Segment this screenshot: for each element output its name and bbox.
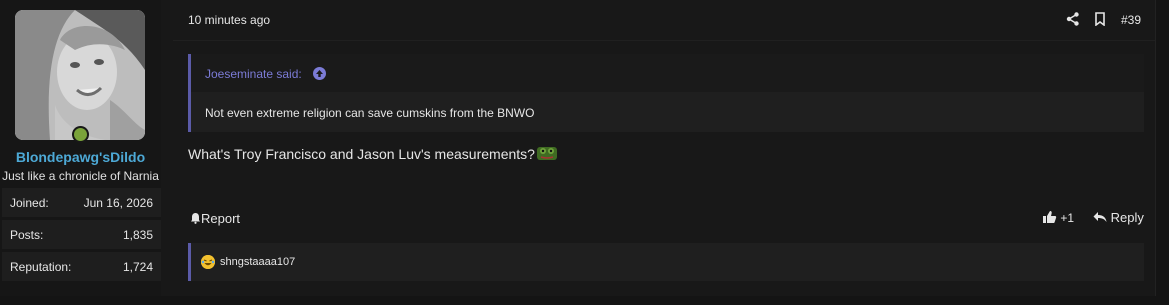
thumbs-up-icon: [1043, 211, 1057, 223]
post-header: 10 minutes ago #39: [173, 0, 1155, 41]
reply-icon: [1093, 212, 1107, 222]
stat-joined: Joined: Jun 16, 2026: [2, 188, 161, 217]
report-button[interactable]: Report: [190, 211, 240, 226]
report-label: Report: [201, 211, 241, 226]
user-title: Just like a chronicle of Narnia: [2, 169, 159, 183]
post-main: 10 minutes ago #39 Joeseminate said: Not…: [173, 0, 1155, 296]
like-count: +1: [1060, 211, 1075, 225]
like-button[interactable]: +1: [1042, 210, 1074, 225]
quote-header: Joeseminate said:: [191, 54, 1144, 92]
frog-emoji-icon: [536, 147, 557, 160]
stat-label: Reputation:: [10, 260, 72, 274]
post-timestamp[interactable]: 10 minutes ago: [188, 13, 270, 27]
post-number[interactable]: #39: [1121, 13, 1141, 27]
reply-label: Reply: [1110, 210, 1144, 225]
quote-block: Joeseminate said: Not even extreme relig…: [188, 54, 1144, 132]
quote-author[interactable]: Joeseminate said:: [205, 67, 302, 81]
username[interactable]: Blondepawg'sDildo: [0, 149, 161, 165]
message-body: What's Troy Francisco and Jason Luv's me…: [188, 145, 558, 162]
laughing-emoji-icon: [201, 255, 215, 269]
quote-text: Not even extreme religion can save cumsk…: [205, 106, 535, 120]
stat-label: Posts:: [10, 228, 44, 242]
message-text: What's Troy Francisco and Jason Luv's me…: [188, 146, 535, 162]
bell-icon: [191, 213, 200, 224]
user-column: Blondepawg'sDildo Just like a chronicle …: [0, 0, 161, 296]
stat-value: 1,835: [122, 228, 153, 242]
reply-button[interactable]: Reply: [1093, 210, 1144, 225]
post: Blondepawg'sDildo Just like a chronicle …: [0, 0, 1156, 296]
reactions-bar[interactable]: shngstaaaa107: [188, 243, 1144, 281]
avatar[interactable]: [15, 10, 145, 140]
stat-reputation: Reputation: 1,724: [2, 252, 161, 281]
reaction-user[interactable]: shngstaaaa107: [220, 256, 295, 268]
bookmark-icon[interactable]: [1093, 12, 1107, 26]
online-status-indicator: [72, 126, 89, 143]
stat-value: Jun 16, 2026: [83, 196, 153, 210]
stat-value: 1,724: [122, 260, 153, 274]
arrow-up-icon[interactable]: [313, 67, 326, 80]
stat-label: Joined:: [10, 196, 49, 210]
stat-posts: Posts: 1,835: [2, 220, 161, 249]
share-icon[interactable]: [1066, 12, 1080, 26]
